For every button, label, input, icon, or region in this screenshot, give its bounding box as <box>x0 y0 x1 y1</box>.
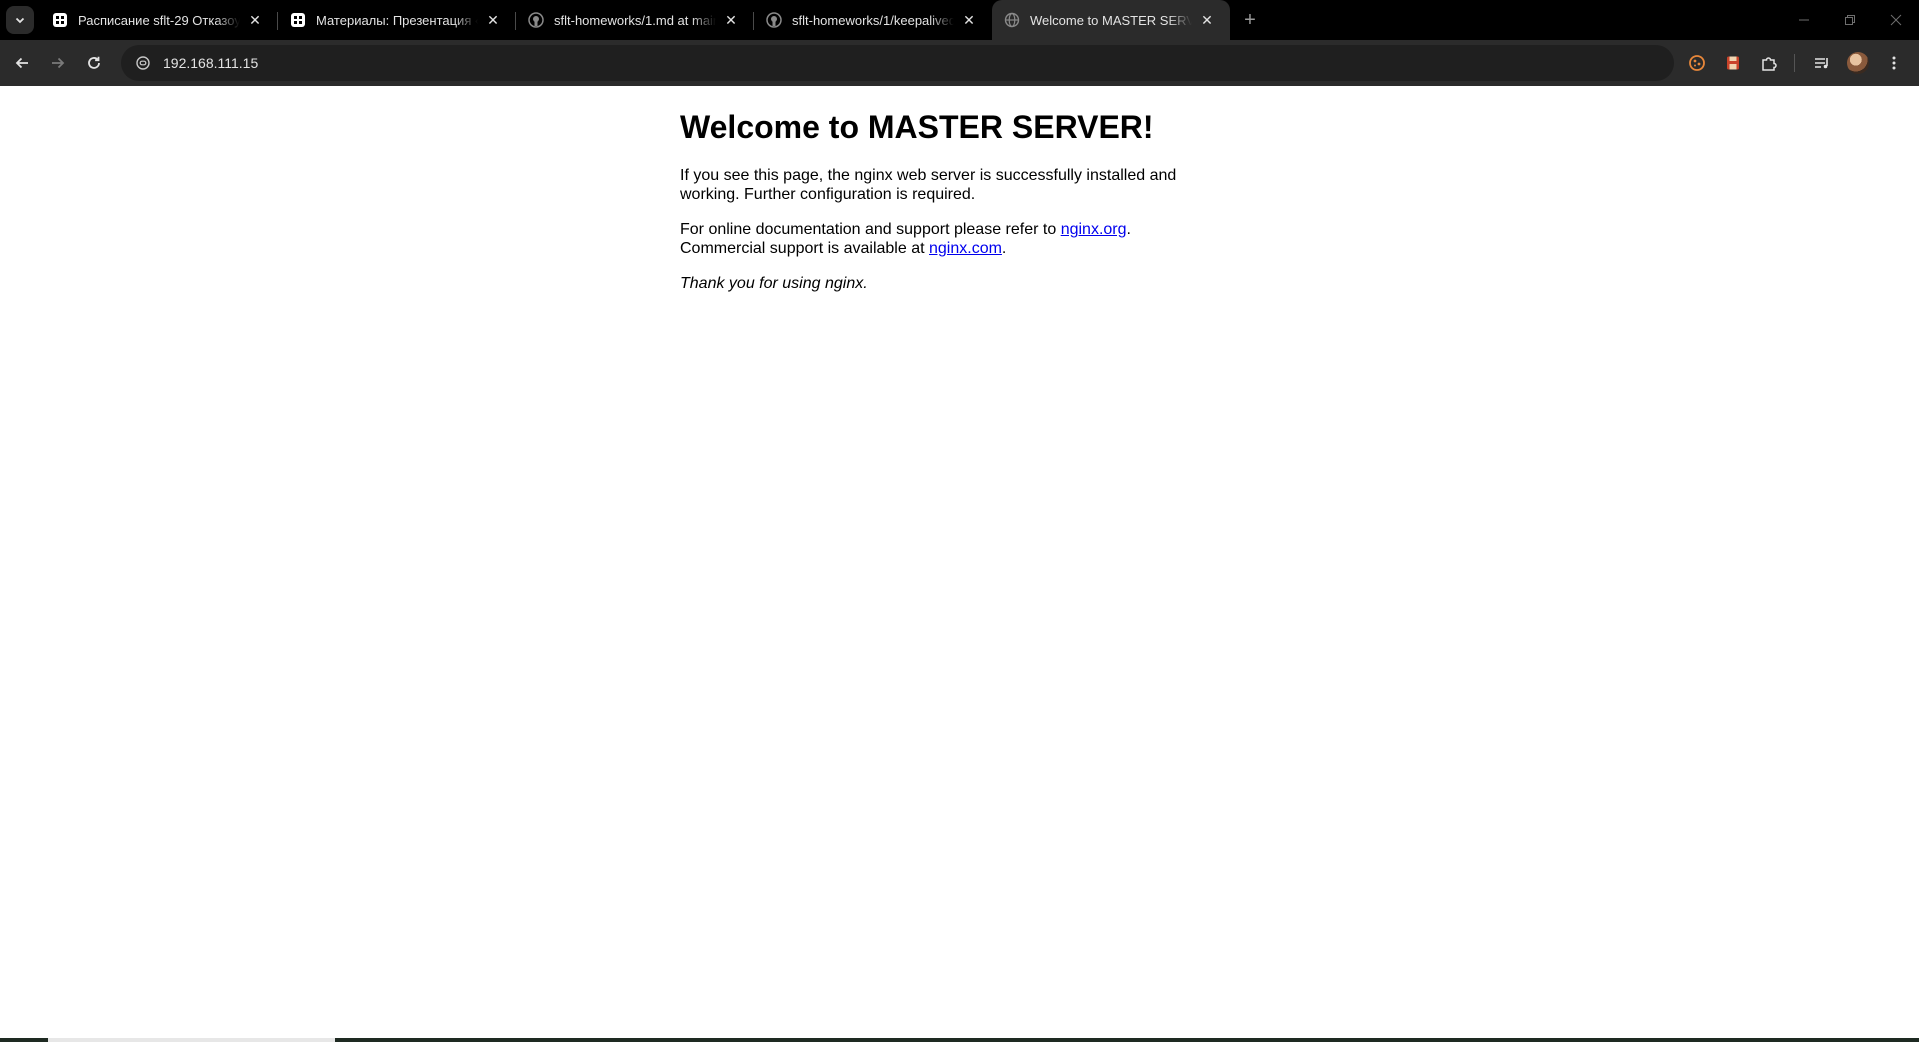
tab-title: sflt-homeworks/1/keepalived-simple.conf <box>792 12 954 28</box>
docs-period: . <box>1126 221 1131 238</box>
arrow-left-icon <box>15 57 28 69</box>
forward-button[interactable] <box>41 46 75 80</box>
restore-button[interactable] <box>1827 0 1873 40</box>
menu-button[interactable] <box>1877 46 1911 80</box>
install-message: If you see this page, the nginx web serv… <box>680 167 1177 203</box>
tab-search-button[interactable] <box>6 6 34 34</box>
address-url[interactable]: 192.168.111.15 <box>163 55 258 71</box>
docs-text: For online documentation and support ple… <box>680 221 1061 238</box>
close-icon[interactable]: ✕ <box>1198 11 1216 29</box>
media-controls-button[interactable] <box>1805 46 1839 80</box>
commercial-text: Commercial support is available at <box>680 240 929 257</box>
minimize-button[interactable] <box>1781 0 1827 40</box>
tab-github-keepalived[interactable]: sflt-homeworks/1/keepalived-simple.conf … <box>754 0 992 40</box>
floppy-icon <box>1727 56 1739 70</box>
kebab-menu-icon <box>1892 56 1896 70</box>
tab-strip: Расписание sflt-29 Отказоустойчивость ✕ … <box>0 0 1919 40</box>
address-bar[interactable]: 192.168.111.15 <box>121 45 1674 81</box>
tab-master-server[interactable]: Welcome to MASTER SERVER! ✕ <box>992 0 1230 40</box>
close-icon[interactable]: ✕ <box>484 11 502 29</box>
page-viewport: Welcome to MASTER SERVER! If you see thi… <box>0 86 1919 1038</box>
toolbar-separator <box>1794 54 1795 72</box>
new-tab-button[interactable]: + <box>1236 6 1264 34</box>
nginx-com-link[interactable]: nginx.com <box>929 240 1002 257</box>
browser-toolbar: 192.168.111.15 <box>0 40 1919 86</box>
reload-icon <box>88 56 100 69</box>
close-icon[interactable]: ✕ <box>722 11 740 29</box>
close-icon <box>1890 14 1902 26</box>
close-window-button[interactable] <box>1873 0 1919 40</box>
toolbar-actions <box>1678 46 1911 80</box>
tab-title: Материалы: Презентация «Disaster recover… <box>316 12 478 28</box>
page-title: Welcome to MASTER SERVER! <box>680 109 1154 145</box>
profile-button[interactable] <box>1841 46 1875 80</box>
netology-icon <box>290 12 306 28</box>
github-icon <box>766 12 782 28</box>
cookie-icon <box>1689 55 1705 71</box>
chevron-down-icon <box>15 17 25 24</box>
github-icon <box>528 12 544 28</box>
avatar <box>1847 52 1869 74</box>
globe-icon <box>1004 12 1020 28</box>
tab-title: Welcome to MASTER SERVER! <box>1030 12 1192 28</box>
tab-github-md[interactable]: sflt-homeworks/1.md at main · GitHub ✕ <box>516 0 754 40</box>
thanks-text: Thank you for using nginx. <box>680 275 868 292</box>
puzzle-icon <box>1762 57 1777 71</box>
playlist-icon <box>1815 58 1828 69</box>
netology-icon <box>52 12 68 28</box>
tab-schedule[interactable]: Расписание sflt-29 Отказоустойчивость ✕ <box>40 0 278 40</box>
cookie-extension-button[interactable] <box>1680 46 1714 80</box>
tab-materials[interactable]: Материалы: Презентация «Disaster recover… <box>278 0 516 40</box>
bottom-border <box>0 1038 1919 1042</box>
back-button[interactable] <box>5 46 39 80</box>
nginx-org-link[interactable]: nginx.org <box>1061 221 1127 238</box>
minimize-icon <box>1799 19 1809 21</box>
tabs: Расписание sflt-29 Отказоустойчивость ✕ … <box>40 0 1230 40</box>
restore-icon <box>1845 15 1855 25</box>
close-icon[interactable]: ✕ <box>960 11 978 29</box>
tab-title: sflt-homeworks/1.md at main · GitHub <box>554 12 716 28</box>
thanks-paragraph: Thank you for using nginx. <box>680 274 1200 293</box>
bottom-border-segment <box>48 1038 335 1042</box>
site-info-icon[interactable] <box>125 55 161 71</box>
docs-paragraph: For online documentation and support ple… <box>680 220 1200 258</box>
reload-button[interactable] <box>77 46 111 80</box>
window-controls <box>1781 0 1919 40</box>
nginx-welcome-content: Welcome to MASTER SERVER! If you see thi… <box>680 86 1200 293</box>
arrow-right-icon <box>52 57 65 69</box>
save-extension-button[interactable] <box>1716 46 1750 80</box>
commercial-period: . <box>1001 240 1007 257</box>
extensions-button[interactable] <box>1752 46 1786 80</box>
close-icon[interactable]: ✕ <box>246 11 264 29</box>
tab-title: Расписание sflt-29 Отказоустойчивость <box>78 12 240 28</box>
